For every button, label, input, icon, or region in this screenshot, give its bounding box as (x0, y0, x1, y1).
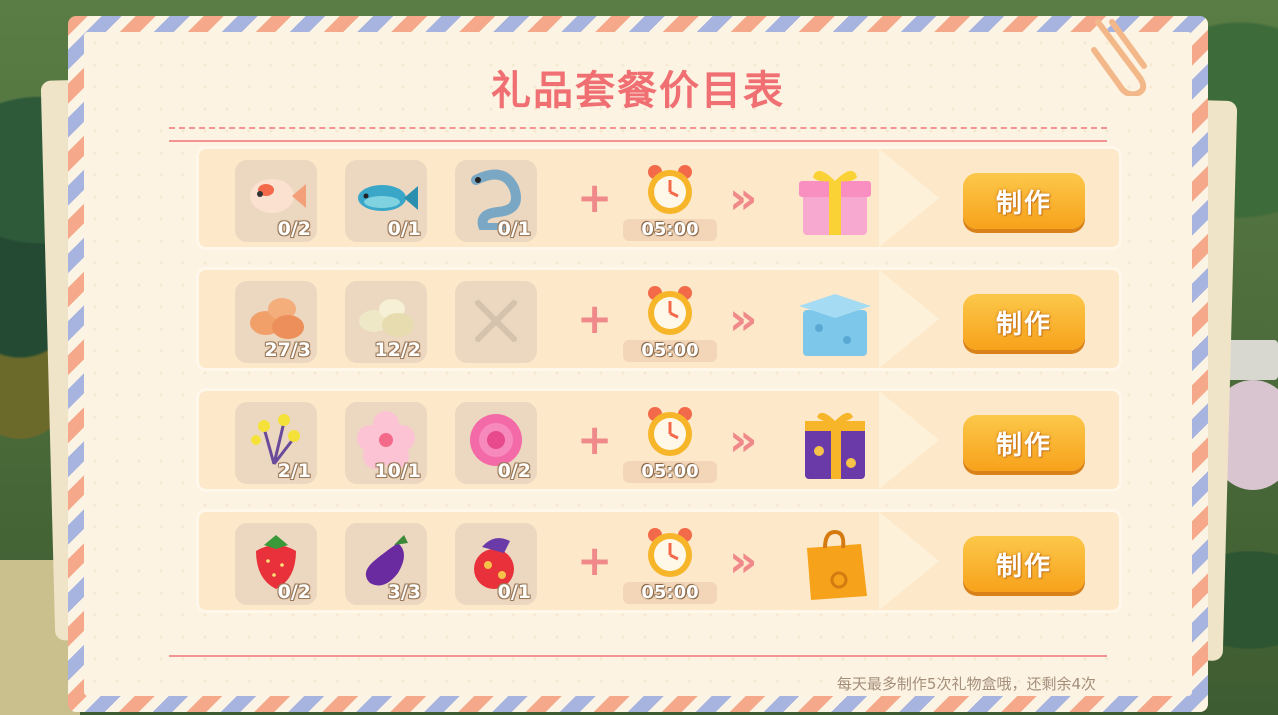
title-divider-dashed (169, 127, 1107, 129)
panel-body: 礼品套餐价目表 0/2 0/1 0/1 + 05:00 » 制作 27/3 12… (84, 32, 1192, 696)
ingredient-count: 12/2 (374, 339, 421, 361)
alarm-clock-icon (648, 286, 692, 335)
ingredient-count: 0/2 (277, 218, 311, 240)
craft-time: 05:00 (623, 340, 717, 362)
ingredient-slot[interactable] (455, 281, 537, 363)
ingredient-slot[interactable]: 0/2 (235, 160, 317, 242)
white-eggs-icon (359, 299, 414, 337)
plus-sign: + (577, 536, 613, 585)
title-divider-solid (169, 140, 1107, 142)
footer-divider (169, 655, 1107, 657)
blue-fish-icon (358, 185, 418, 211)
alarm-clock-icon (648, 407, 692, 456)
ingredient-slot[interactable]: 0/2 (455, 402, 537, 484)
ingredient-count: 0/2 (277, 581, 311, 603)
alarm-clock-icon (648, 165, 692, 214)
arrow-right-icon: » (729, 294, 758, 345)
arrow-right-icon: » (729, 536, 758, 587)
brown-eggs-icon (250, 298, 304, 339)
ingredient-slot[interactable]: 0/2 (235, 523, 317, 605)
ingredient-count: 2/1 (277, 460, 311, 482)
make-button[interactable]: 制作 (963, 173, 1085, 229)
recipe-row: 2/1 10/1 0/2 + 05:00 » 制作 (196, 388, 1122, 492)
paperclip-icon (1091, 19, 1147, 96)
plus-sign: + (577, 173, 613, 222)
recipe-row: 0/2 0/1 0/1 + 05:00 » 制作 (196, 146, 1122, 250)
ingredient-slot[interactable]: 0/1 (345, 160, 427, 242)
gift-menu-panel: 礼品套餐价目表 0/2 0/1 0/1 + 05:00 » 制作 27/3 12… (68, 16, 1208, 712)
ingredient-count: 3/3 (387, 581, 421, 603)
panel-title: 礼品套餐价目表 (491, 68, 785, 114)
plus-sign: + (577, 415, 613, 464)
plus-sign: + (577, 294, 613, 343)
ingredient-slot[interactable]: 12/2 (345, 281, 427, 363)
purple-gift-box-icon (805, 412, 865, 479)
ingredient-slot[interactable]: 10/1 (345, 402, 427, 484)
craft-time: 05:00 (623, 219, 717, 241)
ingredient-slot[interactable]: 2/1 (235, 402, 317, 484)
craft-time: 05:00 (623, 582, 717, 604)
empty-slot-x-icon (475, 300, 517, 342)
recipe-row: 0/2 3/3 0/1 + 05:00 » 制作 (196, 509, 1122, 613)
ingredient-slot[interactable]: 0/1 (455, 160, 537, 242)
koi-fish-icon (250, 179, 306, 213)
blue-gift-box-icon (799, 294, 871, 356)
recipe-row: 27/3 12/2 + 05:00 » 制作 (196, 267, 1122, 371)
orange-gift-bag-icon (807, 529, 867, 600)
make-button[interactable]: 制作 (963, 294, 1085, 350)
arrow-right-icon: » (729, 173, 758, 224)
pink-gift-box-icon (799, 170, 871, 235)
craft-time: 05:00 (623, 461, 717, 483)
ingredient-count: 0/1 (497, 218, 531, 240)
ingredient-slot[interactable]: 3/3 (345, 523, 427, 605)
ingredient-count: 0/2 (497, 460, 531, 482)
ingredient-count: 27/3 (264, 339, 311, 361)
make-button[interactable]: 制作 (963, 536, 1085, 592)
arrow-right-icon: » (729, 415, 758, 466)
daily-limit-note: 每天最多制作5次礼物盒哦，还剩余4次 (836, 675, 1096, 693)
ingredient-count: 10/1 (374, 460, 421, 482)
alarm-clock-icon (648, 528, 692, 577)
ingredient-slot[interactable]: 27/3 (235, 281, 317, 363)
ingredient-count: 0/1 (387, 218, 421, 240)
make-button[interactable]: 制作 (963, 415, 1085, 471)
ingredient-count: 0/1 (497, 581, 531, 603)
ingredient-slot[interactable]: 0/1 (455, 523, 537, 605)
